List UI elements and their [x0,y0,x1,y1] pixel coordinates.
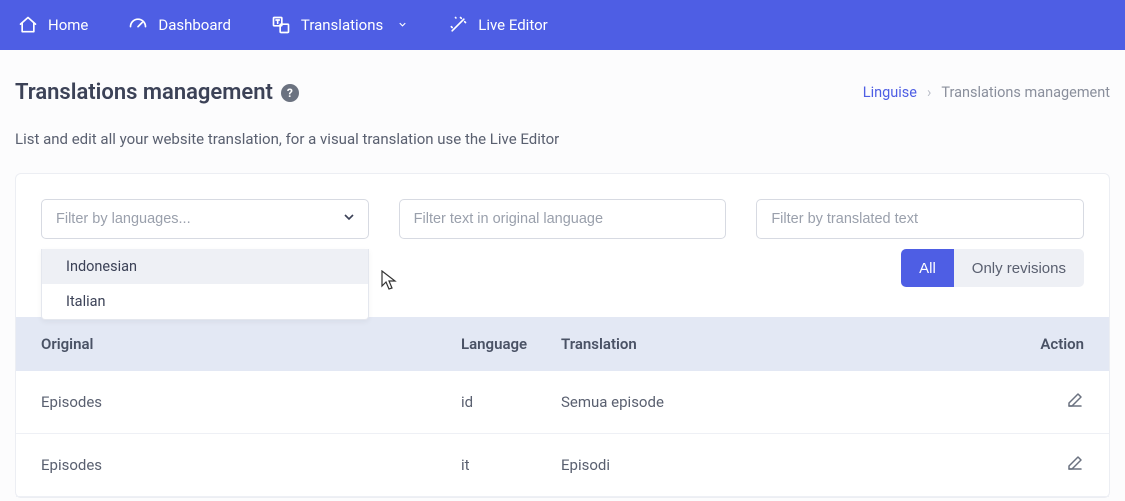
nav-translations[interactable]: Translations [271,15,408,35]
chevron-down-icon [397,16,408,34]
nav-home-label: Home [48,16,88,34]
table-header: Original Language Translation Action [16,317,1109,371]
cell-translation: Semua episode [561,393,1024,411]
page-title-wrap: Translations management ? [15,80,299,105]
language-dropdown: Indonesian Italian [41,249,369,320]
breadcrumb: Linguise › Translations management [863,84,1110,101]
wand-icon [448,15,468,35]
original-text-filter[interactable] [399,199,727,239]
cell-language: id [461,393,561,411]
language-filter-input[interactable] [41,199,369,239]
translate-icon [271,15,291,35]
table-row: Episodes id Semua episode [16,371,1109,434]
nav-live-editor[interactable]: Live Editor [448,15,547,35]
edit-icon[interactable] [1066,454,1084,472]
cell-language: it [461,456,561,474]
breadcrumb-root-link[interactable]: Linguise [863,84,917,101]
help-icon[interactable]: ? [281,84,299,102]
language-option-indonesian[interactable]: Indonesian [42,249,368,284]
gauge-icon [128,15,148,35]
nav-dashboard[interactable]: Dashboard [128,15,231,35]
cell-action [1024,391,1084,413]
top-navbar: Home Dashboard Translations Live Editor [0,0,1125,50]
translated-text-filter[interactable] [756,199,1084,239]
translations-table: Original Language Translation Action Epi… [16,317,1109,497]
edit-icon[interactable] [1066,391,1084,409]
breadcrumb-current: Translations management [941,84,1110,101]
th-translation: Translation [561,335,1024,353]
chevron-right-icon: › [927,84,931,101]
toggle-all[interactable]: All [901,249,954,287]
nav-dashboard-label: Dashboard [158,16,231,34]
page-title: Translations management [15,80,273,105]
filter-row: Indonesian Italian [16,174,1109,239]
nav-translations-label: Translations [301,16,383,34]
nav-live-editor-label: Live Editor [478,16,547,34]
translations-card: Indonesian Italian All Only revisions Or… [15,173,1110,498]
page-header: Translations management ? Linguise › Tra… [0,50,1125,105]
table-row: Episodes it Episodi [16,434,1109,497]
cell-translation: Episodi [561,456,1024,474]
toggle-only-revisions[interactable]: Only revisions [954,249,1084,287]
home-icon [18,15,38,35]
nav-home[interactable]: Home [18,15,88,35]
cell-original: Episodes [41,393,461,411]
language-option-italian[interactable]: Italian [42,284,368,319]
th-action: Action [1024,335,1084,353]
language-filter[interactable]: Indonesian Italian [41,199,369,239]
cell-action [1024,454,1084,476]
page-subtitle: List and edit all your website translati… [0,105,1125,148]
cell-original: Episodes [41,456,461,474]
th-language: Language [461,335,561,353]
th-original: Original [41,335,461,353]
